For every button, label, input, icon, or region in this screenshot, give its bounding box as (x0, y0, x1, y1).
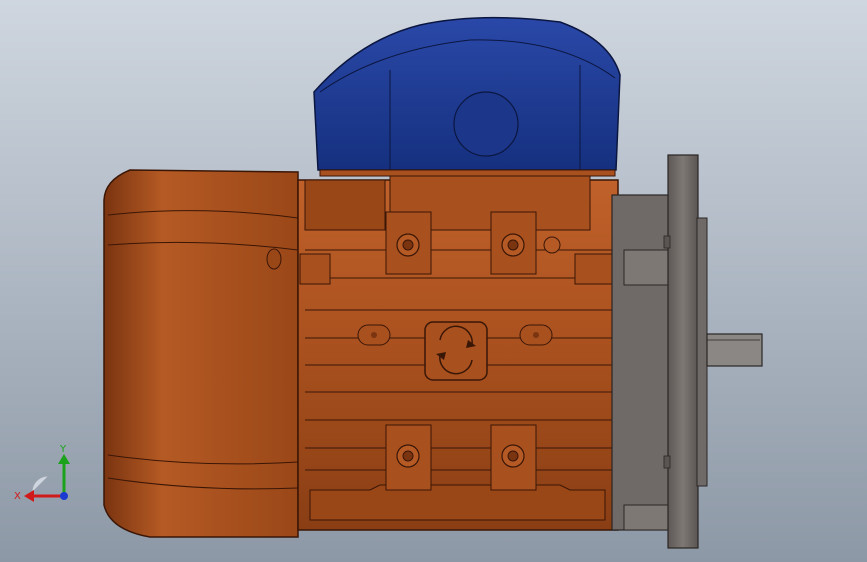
y-axis-arrow (58, 454, 70, 496)
coordinate-triad: Y X (12, 440, 82, 510)
x-axis-label: X (14, 491, 21, 502)
front-flange (611, 154, 708, 549)
z-axis-dot (60, 492, 68, 500)
x-axis-arrow (24, 490, 64, 502)
output-shaft (706, 333, 763, 367)
3d-viewport[interactable]: Y X (0, 0, 867, 562)
mounting-boss-bottom-right (490, 424, 537, 491)
y-axis-label: Y (59, 444, 67, 455)
gearbox-cover (313, 16, 621, 177)
motor-model[interactable] (0, 0, 867, 562)
fan-cover (103, 169, 299, 538)
mounting-boss-top-left (385, 211, 432, 275)
mounting-boss-bottom-left (385, 424, 432, 491)
